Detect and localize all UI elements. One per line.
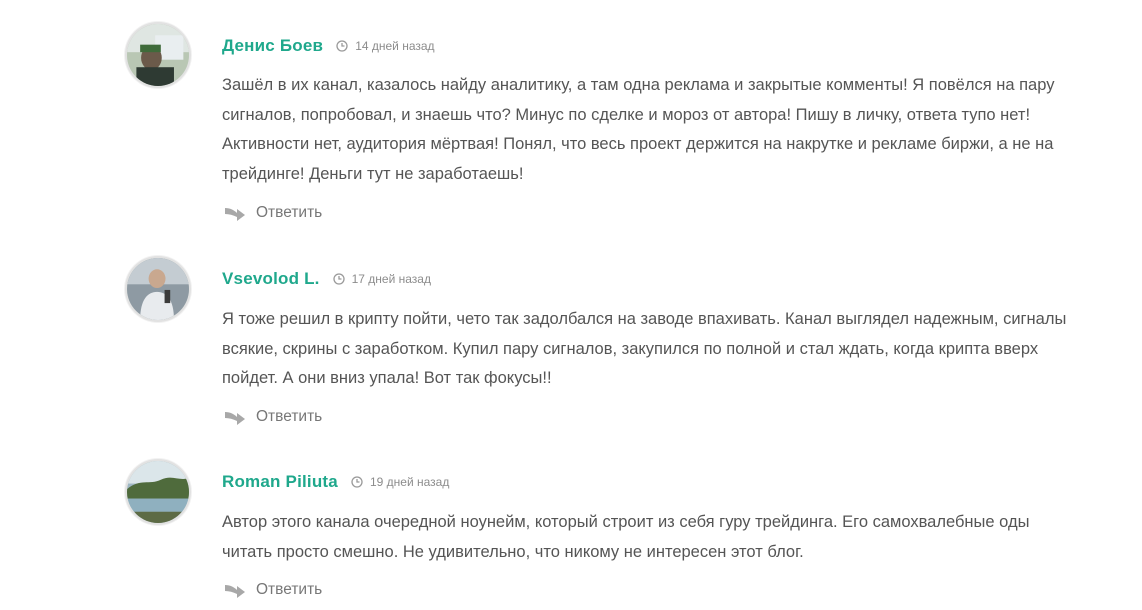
reply-arrow-icon (225, 585, 245, 598)
comment-date[interactable]: 19 дней назад (370, 475, 449, 489)
reply-arrow-icon (225, 412, 245, 425)
comment-text: Я тоже решил в крипту пойти, чето так за… (222, 310, 1067, 387)
clock-icon (336, 40, 348, 52)
reply-button[interactable]: Ответить (224, 407, 322, 427)
avatar-photo (127, 258, 189, 320)
comment-date[interactable]: 14 дней назад (355, 39, 434, 53)
clock-icon (351, 476, 363, 488)
comment-meta: Денис Боев 14 дней назад (222, 35, 435, 57)
comment-text: Автор этого канала очередной ноунейм, ко… (222, 513, 1030, 561)
comment-author[interactable]: Vsevolod L. (222, 269, 320, 289)
reply-arrow-icon (225, 208, 245, 221)
avatar-photo (127, 461, 189, 523)
clock-icon (332, 273, 345, 285)
reply-button[interactable]: Ответить (224, 580, 322, 600)
reply-button[interactable]: Ответить (224, 203, 322, 223)
avatar[interactable] (125, 459, 191, 525)
comment-author[interactable]: Денис Боев (222, 36, 323, 56)
reply-label: Ответить (256, 204, 323, 221)
avatar[interactable] (125, 256, 191, 322)
comment-text: Зашёл в их канал, казалось найду аналити… (222, 76, 1055, 183)
reply-label: Ответить (256, 408, 323, 425)
comment-date[interactable]: 17 дней назад (352, 272, 431, 286)
comment-meta: Roman Piliuta 19 дней назад (222, 471, 449, 493)
reply-label: Ответить (256, 581, 323, 598)
avatar[interactable] (125, 22, 191, 88)
comment-author[interactable]: Roman Piliuta (222, 472, 338, 492)
avatar-photo (127, 24, 189, 86)
comment-meta: Vsevolod L. 17 дней назад (222, 268, 431, 290)
